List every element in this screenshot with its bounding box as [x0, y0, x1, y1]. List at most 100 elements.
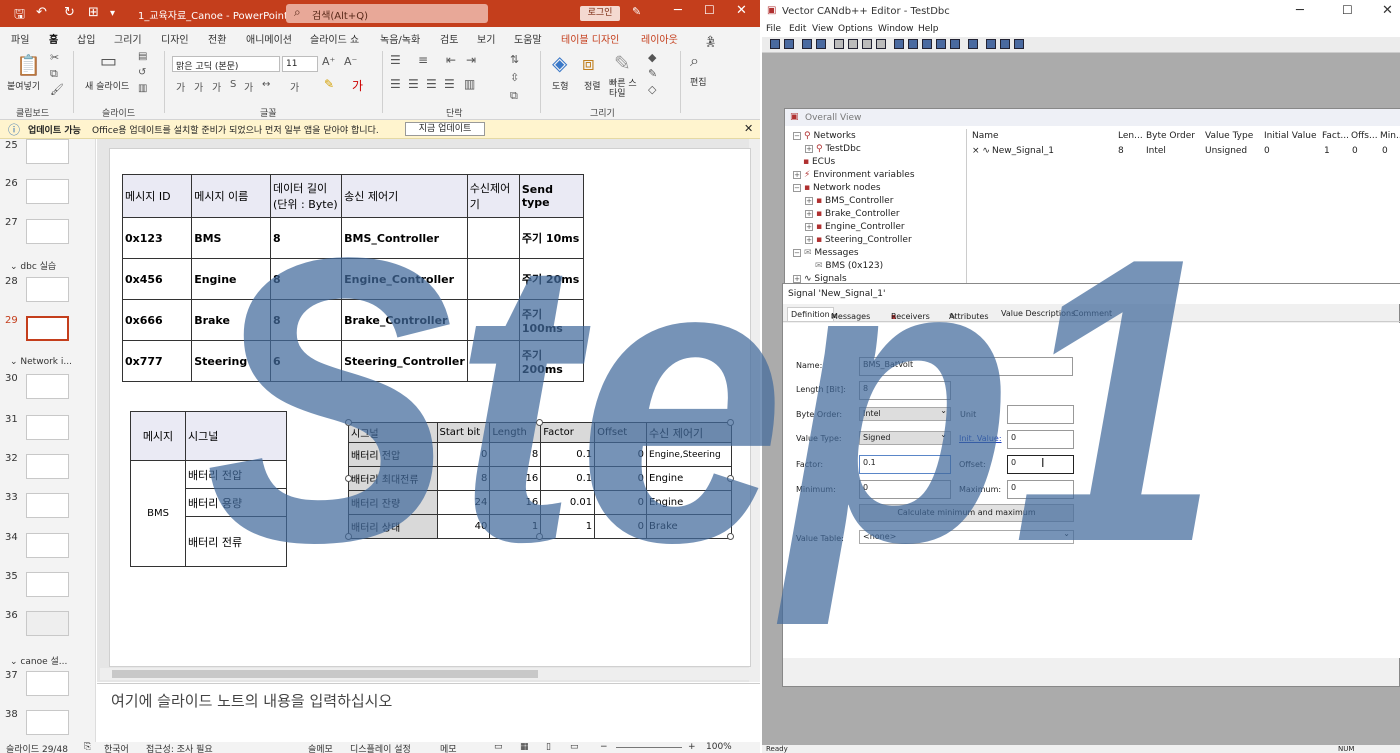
shapes-icon[interactable]: ◈ — [552, 51, 567, 75]
section-icon[interactable]: ▥ — [138, 83, 147, 94]
resize-handle[interactable] — [345, 419, 352, 426]
cut-icon[interactable]: ✂ — [50, 51, 59, 64]
undo-icon[interactable]: ↶ — [36, 5, 47, 20]
tab-design[interactable]: 디자인 — [161, 31, 189, 46]
grow-font-icon[interactable]: A⁺ — [322, 55, 335, 68]
tab-record[interactable]: 녹음/녹화 — [380, 31, 420, 46]
justify-icon[interactable]: ☰ — [444, 77, 455, 91]
length-field[interactable]: 8 — [859, 381, 951, 400]
resize-handle[interactable] — [727, 419, 734, 426]
update-now-button[interactable]: 지금 업데이트 — [405, 122, 485, 136]
maximize-icon[interactable]: ☐ — [704, 3, 715, 17]
grid-icon[interactable] — [922, 39, 932, 49]
tab-transitions[interactable]: 전환 — [208, 31, 226, 46]
byte-order-select[interactable]: Intel — [859, 406, 951, 421]
layout-icon[interactable]: ▤ — [138, 51, 147, 62]
tab-insert[interactable]: 삽입 — [77, 31, 95, 46]
cascade-icon[interactable] — [986, 39, 996, 49]
strikethrough-icon[interactable]: 가 — [244, 79, 253, 94]
maximize-icon[interactable]: ☐ — [1342, 3, 1353, 17]
format-painter-icon[interactable]: 🖌 — [50, 83, 64, 96]
slide-thumbnail[interactable] — [26, 179, 69, 204]
reading-view-icon[interactable]: ▯ — [546, 742, 551, 752]
present-icon[interactable]: ⊞ — [88, 5, 99, 20]
status-notes[interactable]: 슬메모 — [308, 742, 333, 753]
bold-icon[interactable]: 가 — [176, 79, 185, 94]
status-accessibility[interactable]: 접근성: 조사 필요 — [146, 742, 213, 753]
signal-detail-table[interactable]: 시그널 Start bit Length Factor Offset 수신 제어… — [348, 422, 732, 539]
status-memo[interactable]: 메모 — [440, 742, 457, 753]
tree-item-node[interactable]: + ▪ BMS_Controller — [805, 196, 893, 206]
align-text-icon[interactable]: ⇳ — [510, 71, 519, 84]
italic-icon[interactable]: 가 — [194, 79, 203, 94]
close-notification-icon[interactable]: ✕ — [744, 122, 753, 135]
slide-thumbnail[interactable] — [26, 671, 69, 696]
slide-thumbnail[interactable] — [26, 374, 69, 399]
section-header[interactable]: ⌄ Network i... — [10, 357, 72, 367]
tile-icon[interactable] — [1014, 39, 1024, 49]
tab-comment[interactable]: Comment — [1073, 309, 1112, 318]
minimum-field[interactable]: 0 — [859, 480, 951, 499]
section-header[interactable]: ⌄ dbc 실습 — [10, 259, 56, 272]
zoom-level[interactable]: 100% — [706, 742, 732, 752]
zoom-in-icon[interactable]: + — [688, 742, 696, 752]
columns-icon[interactable]: ▥ — [464, 77, 475, 91]
notes-pane[interactable]: 여기에 슬라이드 노트의 내용을 입력하십시오 — [97, 683, 760, 742]
tool-icon[interactable] — [848, 39, 858, 49]
grid-icon[interactable] — [950, 39, 960, 49]
resize-handle[interactable] — [345, 475, 352, 482]
section-header[interactable]: ⌄ canoe 설... — [10, 654, 67, 667]
normal-view-icon[interactable]: ▭ — [494, 742, 503, 752]
factor-field[interactable]: 0.1 — [859, 455, 951, 474]
tree-item-env-vars[interactable]: + ⚡ Environment variables — [793, 170, 915, 180]
tool-icon[interactable] — [862, 39, 872, 49]
resize-handle[interactable] — [727, 533, 734, 540]
underline-icon[interactable]: 가 — [212, 79, 221, 94]
column-header[interactable]: Fact... — [1322, 131, 1349, 141]
tab-file[interactable]: 파일 — [11, 31, 29, 46]
tab-help[interactable]: 도움말 — [514, 31, 542, 46]
horizontal-scrollbar[interactable] — [100, 668, 749, 680]
resize-handle[interactable] — [345, 533, 352, 540]
spacing-icon[interactable]: ↔ — [262, 79, 270, 90]
open-icon[interactable] — [770, 39, 780, 49]
align-center-icon[interactable]: ☰ — [408, 77, 419, 91]
smartart-icon[interactable]: ⧉ — [510, 89, 518, 103]
slide-thumbnail[interactable] — [26, 415, 69, 440]
tab-layout[interactable]: 레이아웃 — [641, 31, 678, 46]
menu-window[interactable]: Window — [878, 24, 914, 34]
unit-field[interactable] — [1007, 405, 1074, 424]
column-header[interactable]: Min... — [1380, 131, 1400, 141]
slide-thumbnail[interactable] — [26, 533, 69, 558]
column-header[interactable]: Initial Value — [1264, 131, 1316, 141]
tree-item-testdbc[interactable]: + ⚲ TestDbc — [805, 144, 861, 154]
menu-help[interactable]: Help — [918, 24, 939, 34]
zoom-slider[interactable] — [616, 747, 682, 748]
find-icon[interactable]: ⌕ — [690, 51, 699, 71]
bullets-icon[interactable]: ☰ — [390, 53, 401, 67]
calculate-min-max-button[interactable]: Calculate minimum and maximum — [859, 504, 1074, 522]
pen-icon[interactable]: ✎ — [632, 5, 641, 18]
minimize-icon[interactable]: ─ — [674, 3, 682, 18]
case-icon[interactable]: 가 — [290, 79, 299, 94]
slide-thumbnail[interactable] — [26, 611, 69, 636]
grid-icon[interactable] — [936, 39, 946, 49]
tab-value-descriptions[interactable]: Value Descriptions — [1001, 309, 1075, 318]
tab-slideshow[interactable]: 슬라이드 쇼 — [310, 31, 359, 46]
resize-handle[interactable] — [536, 533, 543, 540]
tab-review[interactable]: 검토 — [440, 31, 458, 46]
slide-thumbnail[interactable] — [26, 493, 69, 518]
column-header[interactable]: Len... — [1118, 131, 1143, 141]
slideshow-view-icon[interactable]: ▭ — [570, 742, 579, 752]
value-table-select[interactable]: <none> — [859, 529, 1074, 544]
menu-file[interactable]: File — [766, 24, 781, 34]
tree-item-networks[interactable]: − ⚲ Networks — [793, 131, 856, 141]
paste-icon[interactable] — [816, 39, 826, 49]
redo-icon[interactable]: ↻ — [64, 5, 75, 20]
login-button[interactable]: 로그인 — [580, 6, 620, 21]
search-input[interactable]: ⌕ 검색(Alt+Q) — [286, 4, 488, 23]
menu-view[interactable]: View — [812, 24, 833, 34]
save-icon[interactable] — [784, 39, 794, 49]
resize-handle[interactable] — [536, 419, 543, 426]
shadow-icon[interactable]: S — [230, 79, 236, 90]
